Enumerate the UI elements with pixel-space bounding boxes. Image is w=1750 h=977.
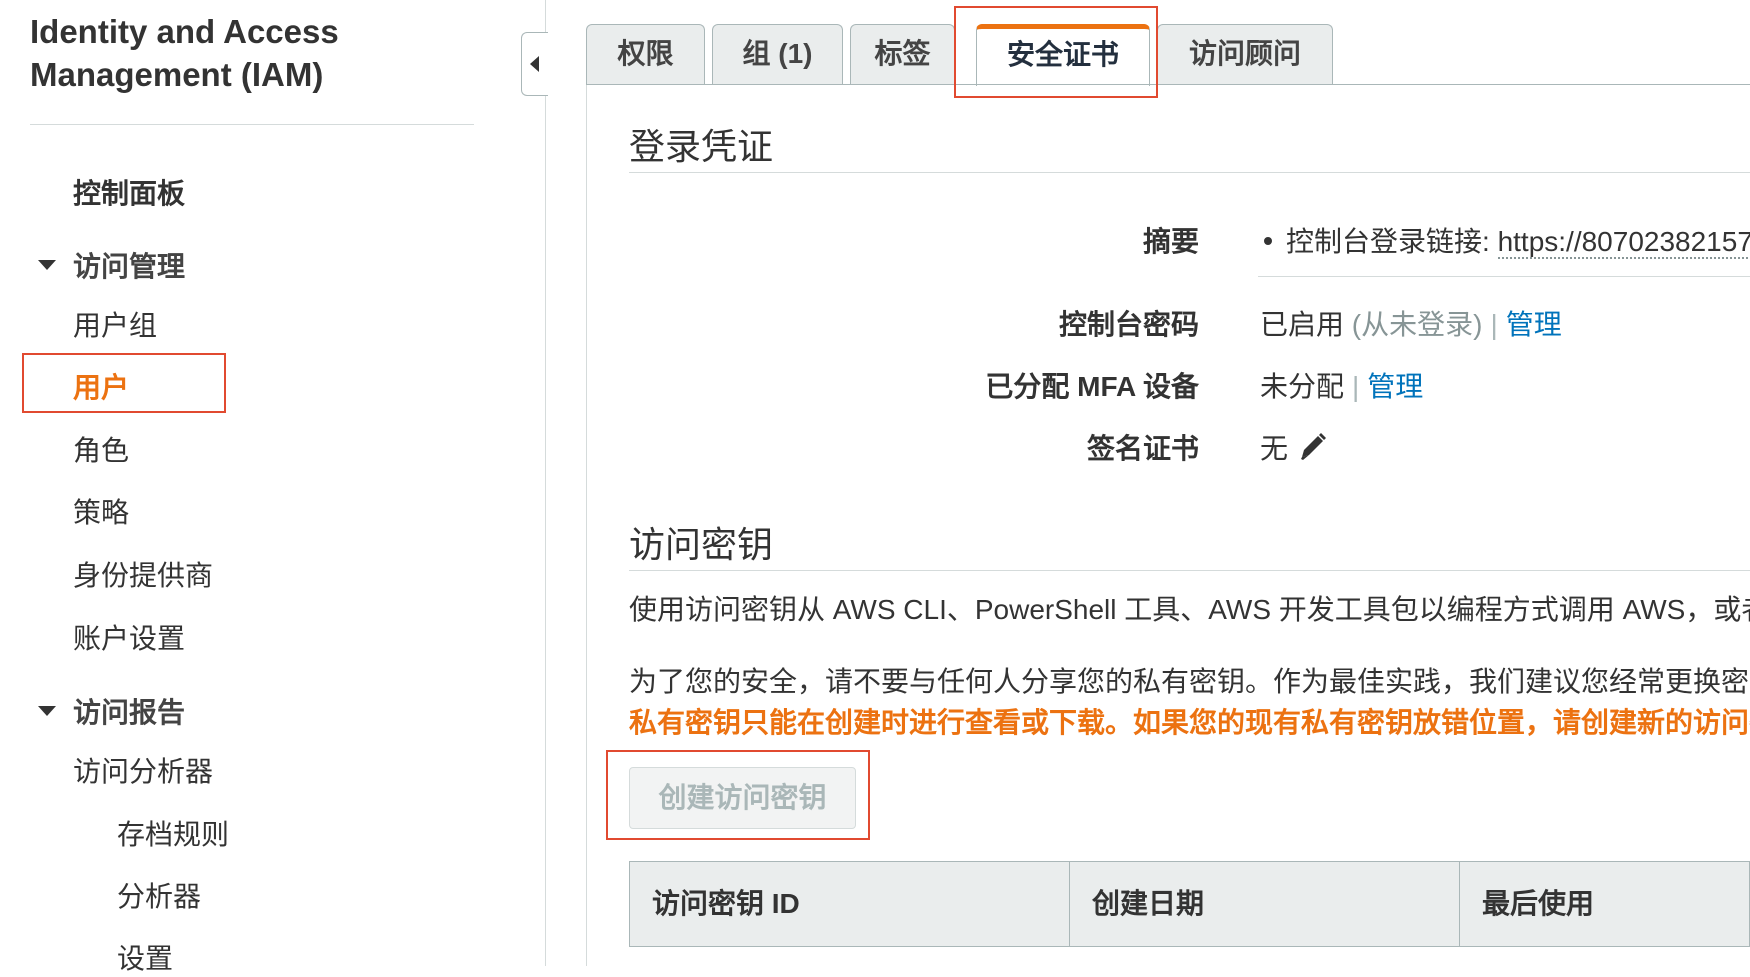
secret-key-warning: 私有密钥只能在创建时进行查看或下载。如果您的现有私有密钥放错位置，请创建新的访问… [629,707,1750,738]
section-divider [629,570,1750,571]
console-password-label: 控制台密码 [1058,309,1199,340]
password-status: 已启用 [1260,309,1345,340]
tab-baseline [586,84,1750,85]
sidebar-item-user-groups[interactable]: 用户组 [73,304,157,344]
console-link-label: 控制台登录链接: [1286,226,1498,257]
sidebar-item-archive-rules[interactable]: 存档规则 [117,813,229,853]
summary-divider [1258,276,1750,277]
highlight-users [22,353,226,413]
sidebar-item-policies[interactable]: 策略 [73,491,129,531]
chevron-down-icon[interactable] [38,260,56,270]
manage-mfa-link[interactable]: 管理 [1367,371,1423,402]
mfa-status: 未分配 [1260,371,1345,402]
sidebar-item-identity-providers[interactable]: 身份提供商 [73,554,213,594]
tab-tags[interactable]: 标签 [850,24,955,84]
access-keys-title: 访问密钥 [629,524,774,565]
sidebar-item-dashboard[interactable]: 控制面板 [73,172,185,212]
signing-certificate-label: 签名证书 [1086,433,1199,464]
mfa-label: 已分配 MFA 设备 [985,371,1199,402]
highlight-security-credentials-tab [954,6,1158,98]
tab-permissions[interactable]: 权限 [586,24,705,84]
sidebar-item-roles[interactable]: 角色 [73,429,129,469]
content-left-border [586,84,587,966]
console-signin-link[interactable]: https://807023821577 [1497,226,1750,259]
column-header-created[interactable]: 创建日期 [1070,862,1460,946]
signing-certificate-value: 无 [1260,433,1289,464]
chevron-down-icon[interactable] [38,706,56,716]
column-header-last-used[interactable]: 最后使用 [1460,862,1750,946]
column-header-access-key-id[interactable]: 访问密钥 ID [630,862,1070,946]
summary-value: 控制台登录链接: https://807023821577 [1258,220,1750,260]
summary-label: 摘要 [1142,226,1199,257]
console-password-value: 已启用 (从未登录) | 管理 [1260,303,1562,343]
separator: | [1352,371,1360,402]
sidebar-item-settings[interactable]: 设置 [117,937,173,977]
access-keys-description: 使用访问密钥从 AWS CLI、PowerShell 工具、AWS 开发工具包以… [629,594,1750,625]
bullet-icon [1264,236,1272,245]
security-note: 为了您的安全，请不要与任何人分享您的私有密钥。作为最佳实践，我们建议您经常更换密… [629,666,1750,697]
highlight-create-access-key [606,750,870,840]
password-note: (从未登录) [1351,309,1483,340]
sidebar-section-access-reports[interactable]: 访问报告 [73,691,185,731]
manage-password-link[interactable]: 管理 [1506,309,1562,340]
sidebar-section-access-management[interactable]: 访问管理 [73,245,185,285]
sidebar: Identity and Access Management (IAM) 控制面… [0,0,480,974]
mfa-value: 未分配 | 管理 [1260,365,1423,405]
sidebar-item-account-settings[interactable]: 账户设置 [73,617,185,657]
section-divider [629,172,1750,173]
signin-credentials-title: 登录凭证 [629,126,774,167]
sidebar-item-analyzers[interactable]: 分析器 [117,875,201,915]
sidebar-item-access-analyzer[interactable]: 访问分析器 [73,750,213,790]
tab-access-advisor[interactable]: 访问顾问 [1157,24,1333,84]
sidebar-divider [30,124,474,125]
pencil-icon[interactable] [1298,431,1328,463]
sidebar-border [545,0,546,966]
tab-groups[interactable]: 组 (1) [712,24,843,84]
chevron-left-icon [530,56,539,72]
separator: | [1490,309,1498,340]
collapse-sidebar-button[interactable] [521,32,548,96]
access-keys-table-header: 访问密钥 ID 创建日期 最后使用 [629,861,1750,947]
app-title: Identity and Access Management (IAM) [30,13,339,93]
